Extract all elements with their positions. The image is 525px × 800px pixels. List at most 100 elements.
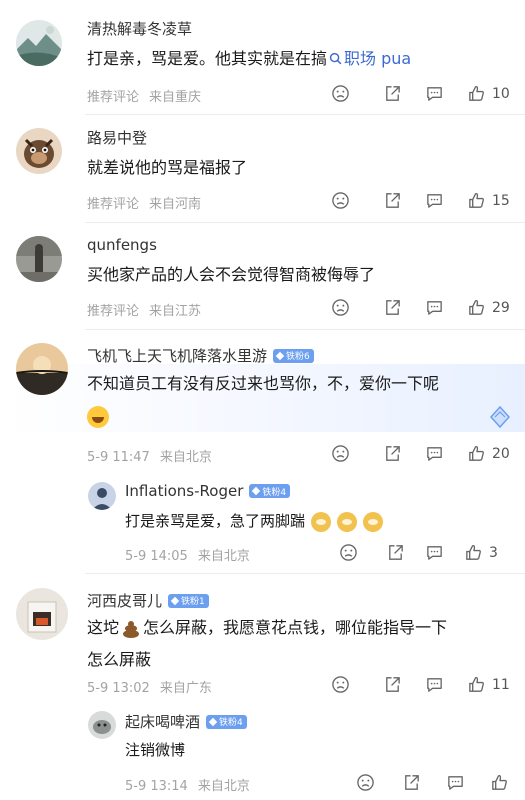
dislike-button[interactable]	[331, 191, 350, 210]
poop-emoji-icon	[121, 620, 141, 638]
username[interactable]: qunfengs	[87, 236, 157, 254]
date: 5-9 13:02	[87, 681, 150, 696]
avatar[interactable]	[16, 128, 62, 174]
avatar[interactable]	[16, 588, 68, 640]
comment-icon	[427, 87, 442, 101]
search-link[interactable]: 职场 pua	[327, 49, 411, 68]
fan-badge: 铁粉1	[168, 593, 209, 608]
comment-text: 这坨 怎么屏蔽，我愿意花点钱，哪位能指导一下 怎么屏蔽	[87, 612, 507, 676]
fan-badge: 铁粉4	[249, 484, 291, 498]
share-button[interactable]	[386, 543, 405, 562]
diamond-icon	[252, 486, 261, 496]
dislike-button[interactable]	[331, 84, 350, 103]
share-icon	[386, 193, 400, 208]
reply-button[interactable]	[446, 773, 465, 792]
like-button[interactable]: 20	[467, 444, 510, 463]
username-text: Inflations-Roger	[125, 482, 244, 500]
comment-text-line	[87, 400, 507, 432]
username[interactable]: Inflations-Roger 铁粉4	[125, 482, 291, 500]
comment-icon	[427, 194, 442, 208]
like-count: 3	[489, 544, 498, 561]
recommend-tag: 推荐评论	[87, 304, 140, 319]
dislike-button[interactable]	[339, 543, 358, 562]
like-button[interactable]	[490, 773, 515, 792]
location: 来自河南	[149, 197, 202, 212]
share-icon	[386, 86, 400, 101]
share-button[interactable]	[383, 298, 402, 317]
share-button[interactable]	[383, 84, 402, 103]
like-button[interactable]: 3	[464, 543, 498, 562]
share-button[interactable]	[383, 191, 402, 210]
location: 来自广东	[159, 681, 212, 696]
reply-button[interactable]	[425, 191, 444, 210]
share-button[interactable]	[402, 773, 421, 792]
fan-badge: 铁粉6	[273, 348, 314, 363]
username[interactable]: 起床喝啤酒 铁粉4	[125, 711, 247, 732]
reply-button[interactable]	[425, 543, 444, 562]
comment-icon	[448, 776, 463, 790]
reply-button[interactable]	[425, 298, 444, 317]
action-bar	[356, 773, 515, 792]
sad-face-icon	[332, 299, 349, 316]
badge-label: 铁粉4	[219, 718, 243, 728]
avatar[interactable]	[16, 20, 62, 66]
like-count: 11	[492, 676, 510, 693]
doge-emoji-icon	[311, 511, 332, 532]
share-button[interactable]	[383, 675, 402, 694]
username[interactable]: 飞机飞上天飞机降落水里游 铁粉6	[87, 345, 314, 366]
thumbs-up-icon	[492, 774, 507, 790]
sad-face-icon	[332, 445, 349, 462]
share-icon	[386, 446, 400, 461]
thumbs-up-icon	[469, 676, 484, 692]
dislike-button[interactable]	[356, 773, 375, 792]
thumbs-up-icon	[469, 192, 484, 208]
like-button[interactable]: 15	[467, 191, 510, 210]
doge-emoji-icon	[337, 511, 358, 532]
avatar[interactable]	[16, 343, 68, 395]
share-icon	[405, 775, 419, 790]
share-button[interactable]	[383, 444, 402, 463]
reply-button[interactable]	[425, 84, 444, 103]
badge-label: 铁粉4	[262, 487, 287, 498]
comment-text: 打是亲骂是爱，急了两脚踹	[125, 505, 384, 537]
comment-text: 不知道员工有没有反过来也骂你，不，爱你一下呢	[87, 368, 507, 432]
comment-meta: 5-9 14:05 来自北京	[125, 545, 250, 564]
divider	[85, 114, 525, 115]
doge-emoji-icon	[363, 511, 384, 532]
divider	[85, 222, 525, 223]
laughing-emoji-icon	[87, 405, 109, 428]
like-button[interactable]: 10	[467, 84, 510, 103]
comment-text: 买他家产品的人会不会觉得智商被侮辱了	[87, 265, 376, 284]
search-icon	[329, 52, 342, 65]
badge-label: 铁粉1	[181, 597, 205, 607]
like-button[interactable]: 11	[467, 675, 510, 694]
like-button[interactable]: 29	[467, 298, 510, 317]
reply-button[interactable]	[425, 444, 444, 463]
username[interactable]: 河西皮哥儿 铁粉1	[87, 590, 209, 611]
dislike-button[interactable]	[331, 298, 350, 317]
share-icon	[389, 545, 403, 560]
reply-button[interactable]	[425, 675, 444, 694]
avatar[interactable]	[88, 482, 116, 510]
avatar[interactable]	[16, 236, 62, 282]
action-bar: 20	[331, 444, 510, 463]
sad-face-icon	[340, 544, 357, 561]
diamond-icon	[208, 717, 218, 726]
sad-face-icon	[332, 676, 349, 693]
comment-icon	[427, 678, 442, 692]
username[interactable]: 清热解毒冬凌草	[87, 18, 192, 39]
like-count: 29	[492, 299, 510, 316]
comment-feed: 清热解毒冬凌草 打是亲，骂是爱。他其实就是在搞 职场 pua 推荐评论 来自重庆 1…	[0, 0, 525, 800]
comment-icon	[427, 301, 442, 315]
comment-text: 打是亲，骂是爱。他其实就是在搞 职场 pua	[87, 43, 411, 75]
username[interactable]: 路易中登	[87, 127, 147, 148]
dislike-button[interactable]	[331, 675, 350, 694]
username-text: 起床喝啤酒	[125, 713, 201, 731]
comment-text-part: 这坨	[87, 618, 120, 637]
diamond-icon	[275, 351, 285, 360]
avatar[interactable]	[88, 711, 116, 739]
dislike-button[interactable]	[331, 444, 350, 463]
divider	[85, 329, 525, 330]
comment-text-line: 怎么屏蔽	[87, 650, 152, 669]
sad-face-icon	[332, 85, 349, 102]
